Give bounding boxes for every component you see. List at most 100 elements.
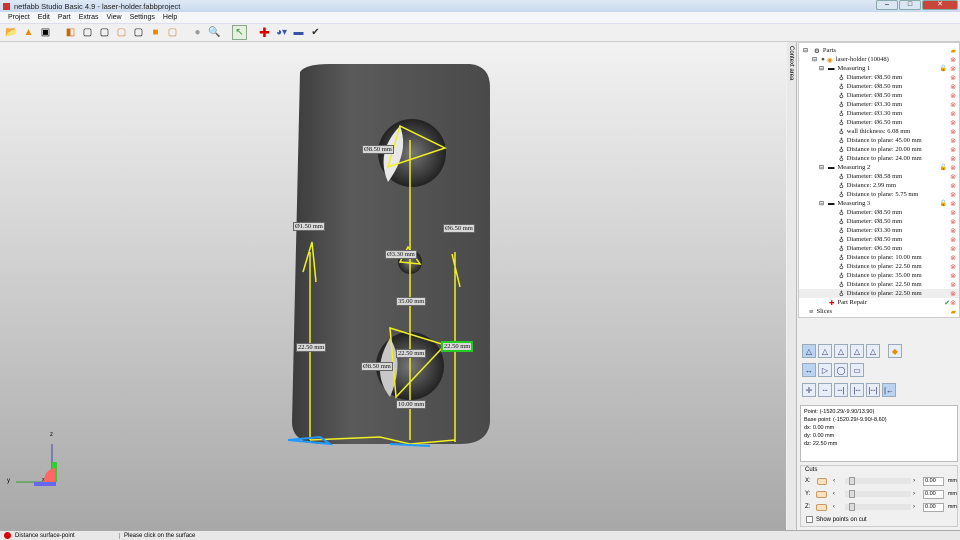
remove-icon[interactable]: ⊗ [950, 128, 956, 136]
lock-icon[interactable]: 🔓 [940, 65, 947, 72]
remove-icon[interactable]: ⊗ [950, 56, 956, 64]
slider-right-arrow-icon[interactable]: › [913, 491, 915, 497]
repair-status-icon[interactable]: ✔⊗ [944, 299, 956, 307]
tree-item-measurement[interactable]: ♁ Distance to plane: 22.50 mm ⊗ [799, 280, 959, 289]
remove-icon[interactable]: ⊗ [950, 92, 956, 100]
menu-project[interactable]: Project [4, 14, 34, 21]
view-right-icon[interactable]: ▢ [131, 25, 146, 40]
menu-extras[interactable]: Extras [75, 14, 103, 21]
radius-icon[interactable]: ◯ [834, 363, 848, 377]
maximize-button[interactable]: □ [899, 0, 921, 10]
remove-icon[interactable]: ⊗ [950, 281, 956, 289]
measure-label[interactable]: 10.00 mm [396, 400, 427, 409]
tree-item-measuring-group[interactable]: ⊟ ▬ Measuring 1 🔓 ⊗ [799, 64, 959, 73]
tree-item-measurement[interactable]: ♁ Diameter: Ø8.58 mm ⊗ [799, 172, 959, 181]
remove-icon[interactable]: ⊗ [950, 254, 956, 262]
cut-slider[interactable] [844, 503, 912, 511]
view-back-icon[interactable]: ▢ [97, 25, 112, 40]
tree-item-measurement[interactable]: ♁ Diameter: Ø8.50 mm ⊗ [799, 217, 959, 226]
menu-settings[interactable]: Settings [126, 14, 159, 21]
export-measure-icon[interactable]: ◆ [888, 344, 902, 358]
repair-icon[interactable]: ✚ [257, 25, 272, 40]
remove-icon[interactable]: ⊗ [950, 119, 956, 127]
remove-icon[interactable]: ⊗ [950, 263, 956, 271]
tree-item-measurement[interactable]: ♁ Diameter: Ø6.50 mm ⊗ [799, 244, 959, 253]
cut-value-input[interactable]: 0.00 [923, 502, 944, 512]
cut-slider[interactable] [845, 477, 912, 485]
view-default-icon[interactable]: ◧ [63, 25, 78, 40]
measure-vertex-icon[interactable]: △ [834, 344, 848, 358]
tree-item-measurement[interactable]: ♁ Diameter: Ø8.50 mm ⊗ [799, 73, 959, 82]
slider-thumb[interactable] [848, 490, 855, 498]
tree-item-measuring-group[interactable]: ⊟ ▬ Measuring 3 🔓 ⊗ [799, 199, 959, 208]
measure-label[interactable]: Ø6.50 mm [443, 224, 475, 233]
remove-icon[interactable]: ⊗ [950, 290, 956, 298]
tree-item-measurement[interactable]: ♁ Distance to plane: 10.00 mm ⊗ [799, 253, 959, 262]
tree-item-measurement[interactable]: ♁ Diameter: Ø6.50 mm ⊗ [799, 118, 959, 127]
context-area-tab[interactable]: Context area [787, 42, 797, 530]
cut-value-input[interactable]: 0.00 [923, 489, 944, 499]
mode-1-icon[interactable]: ┄ [818, 383, 832, 397]
tree-item-slices[interactable]: ≡ Slices ▰ [799, 307, 959, 316]
measure-label[interactable]: 22.50 mm [296, 343, 327, 352]
remove-icon[interactable]: ⊗ [950, 74, 956, 82]
slider-left-arrow-icon[interactable]: ‹ [833, 504, 835, 510]
tree-item-measurement[interactable]: ♁ Distance: 2.99 mm ⊗ [799, 181, 959, 190]
3d-viewport[interactable]: Ø8.50 mm Ø1.50 mm Ø6.50 mm Ø3.30 mm 35.0… [0, 42, 786, 530]
cut-color-swatch[interactable] [816, 490, 827, 498]
lock-icon[interactable]: 🔓 [940, 164, 947, 171]
remove-icon[interactable]: ⊗ [950, 146, 956, 154]
lock-icon[interactable]: 🔓 [940, 200, 947, 207]
view-front-icon[interactable]: ▢ [80, 25, 95, 40]
add-part-icon[interactable]: ▲ [21, 25, 36, 40]
menu-edit[interactable]: Edit [34, 14, 54, 21]
remove-icon[interactable]: ⊗ [950, 182, 956, 190]
mode-3-icon[interactable]: |┄ [850, 383, 864, 397]
measure-label[interactable]: 22.50 mm [396, 349, 427, 358]
tree-item-measurement[interactable]: ♁ Diameter: Ø8.50 mm ⊗ [799, 208, 959, 217]
cut-value-input[interactable]: 0.00 [923, 476, 944, 486]
remove-icon[interactable]: ⊗ [950, 227, 956, 235]
remove-icon[interactable]: ⊗ [950, 200, 956, 208]
remove-icon[interactable]: ⊗ [950, 164, 956, 172]
slider-thumb[interactable] [848, 503, 855, 511]
remove-icon[interactable]: ⊗ [950, 155, 956, 163]
tree-item-measurement[interactable]: ♁ Diameter: Ø8.50 mm ⊗ [799, 91, 959, 100]
tree-item-measurement[interactable]: ♁ wall thickness: 6.08 mm ⊗ [799, 127, 959, 136]
tree-item-measurement[interactable]: ♁ Distance to plane: 20.00 mm ⊗ [799, 145, 959, 154]
measure-label[interactable]: Ø8.50 mm [361, 362, 393, 371]
distance-icon[interactable]: ↔ [802, 363, 816, 377]
angle-icon[interactable]: ▷ [818, 363, 832, 377]
tree-item-measurement[interactable]: ♁ Distance to plane: 5.75 mm ⊗ [799, 190, 959, 199]
measure-label-active[interactable]: 22.50 mm [441, 341, 474, 352]
visibility-icon[interactable]: ● [821, 56, 825, 63]
view-top-icon[interactable]: ■ [148, 25, 163, 40]
screenshot-icon[interactable]: ▣ [38, 25, 53, 40]
apply-check-icon[interactable]: ✔ [308, 25, 323, 40]
remove-icon[interactable]: ⊗ [950, 137, 956, 145]
tree-item-measurement[interactable]: ♁ Distance to plane: 24.00 mm ⊗ [799, 154, 959, 163]
tree-item-parts[interactable]: ⊟ ⚙ Parts ▰ [799, 46, 959, 55]
show-points-checkbox[interactable] [806, 516, 813, 523]
slider-thumb[interactable] [849, 477, 856, 485]
remove-icon[interactable]: ⊗ [950, 65, 956, 73]
folder-icon[interactable]: ▰ [951, 308, 956, 316]
tree-item-measurement[interactable]: ♁ Distance to plane: 22.50 mm ⊗ [799, 289, 959, 298]
slider-right-arrow-icon[interactable]: › [913, 478, 915, 484]
open-project-icon[interactable]: 📂 [4, 25, 19, 40]
tree-item-measurement[interactable]: ♁ Distance to plane: 35.00 mm ⊗ [799, 271, 959, 280]
folder-icon[interactable]: ▰ [951, 47, 956, 55]
tree-item-measurement[interactable]: ♁ Diameter: Ø3.30 mm ⊗ [799, 109, 959, 118]
measure-icon[interactable]: ▬ [291, 25, 306, 40]
remove-icon[interactable]: ⊗ [950, 173, 956, 181]
slider-left-arrow-icon[interactable]: ‹ [833, 478, 835, 484]
analysis-icon[interactable]: ◕▾ [274, 25, 289, 40]
zoom-icon[interactable]: 🔍 [207, 25, 222, 40]
measure-circle-icon[interactable]: △ [850, 344, 864, 358]
slider-right-arrow-icon[interactable]: › [913, 504, 915, 510]
menu-part[interactable]: Part [54, 14, 75, 21]
remove-icon[interactable]: ⊗ [950, 191, 956, 199]
cut-slider[interactable] [844, 490, 912, 498]
remove-icon[interactable]: ⊗ [950, 236, 956, 244]
measure-label[interactable]: 35.00 mm [396, 297, 427, 306]
